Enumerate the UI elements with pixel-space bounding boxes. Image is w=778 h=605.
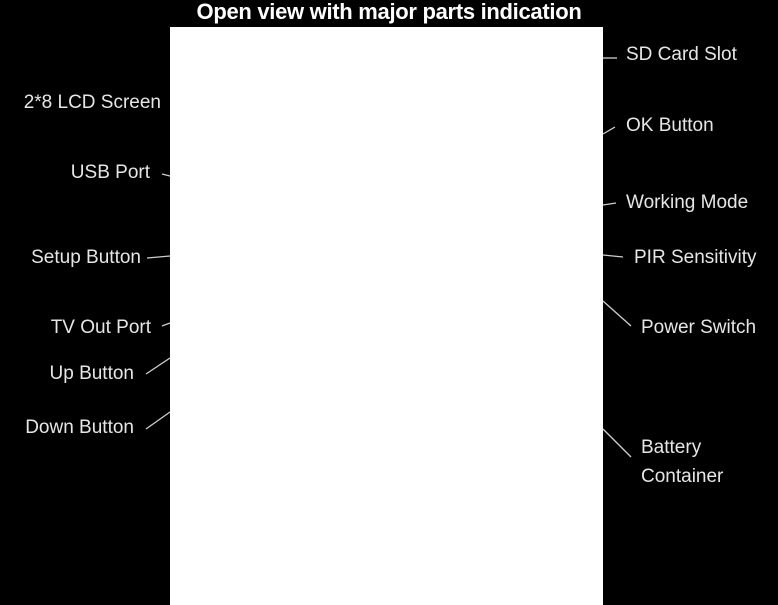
label-battery-container-line1: Battery	[641, 437, 702, 458]
leader-setup-button	[146, 255, 171, 259]
label-usb-port: USB Port	[70, 162, 150, 183]
label-battery-container-line2: Container	[641, 466, 724, 487]
device-image-placeholder	[170, 27, 603, 605]
leader-pir-sensitivity	[602, 254, 624, 258]
label-lcd-screen: 2*8 LCD Screen	[23, 92, 161, 113]
label-setup-button: Setup Button	[31, 247, 141, 268]
diagram-title: Open view with major parts indication	[196, 0, 582, 24]
label-up-button: Up Button	[49, 363, 135, 384]
leader-up-button	[145, 357, 171, 375]
leader-usb-port	[161, 173, 171, 177]
leader-down-button	[145, 411, 171, 430]
label-battery-container: Battery Container	[641, 433, 723, 491]
leader-working-mode	[602, 202, 617, 206]
label-sd-card-slot: SD Card Slot	[626, 44, 737, 65]
leader-ok-button	[602, 126, 616, 135]
label-working-mode: Working Mode	[626, 192, 749, 213]
label-ok-button: OK Button	[626, 115, 714, 136]
leader-power-switch	[602, 300, 632, 327]
leader-tv-out-port	[161, 322, 171, 327]
label-tv-out-port: TV Out Port	[50, 317, 151, 338]
label-pir-sensitivity: PIR Sensitivity	[634, 247, 757, 268]
label-down-button: Down Button	[25, 417, 134, 438]
label-power-switch: Power Switch	[641, 317, 757, 338]
leader-battery-container	[602, 428, 632, 458]
